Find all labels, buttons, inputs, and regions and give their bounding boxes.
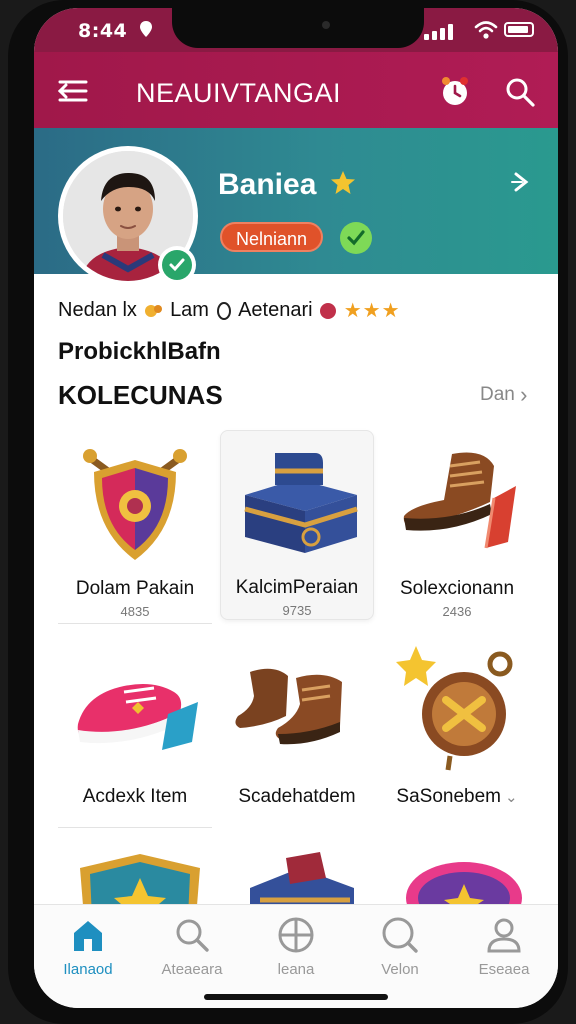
circle-icon <box>216 301 231 320</box>
collection-item[interactable]: Acdexk Item <box>58 636 212 828</box>
star-icon <box>331 171 355 194</box>
collection-item[interactable]: Dolam Pakain 4835 <box>58 432 212 624</box>
nav-profile[interactable]: Eseaea <box>452 915 556 985</box>
collection-item[interactable]: KalcimPeraian 9735 <box>220 430 374 620</box>
item-name: Scadehatdem <box>238 786 356 807</box>
check-icon <box>340 222 372 254</box>
item-name: Solexcionann <box>399 578 515 599</box>
sparkle-icon <box>144 304 162 317</box>
item-name: Dolam Pakain <box>75 578 195 599</box>
crosshair-icon <box>278 917 314 953</box>
shield-emblem-icon <box>83 449 187 560</box>
wifi-icon <box>474 21 498 39</box>
item-name: Acdexk Item <box>82 786 188 807</box>
nav-explore[interactable]: leana <box>244 915 348 985</box>
notch <box>172 8 424 48</box>
status-time: 8:44 <box>78 20 128 42</box>
boot-icon <box>403 452 516 549</box>
home-indicator[interactable] <box>204 994 388 1000</box>
item-count: 9735 <box>282 603 312 618</box>
nav-label: Eseaea <box>478 961 530 978</box>
profile-tag: Nelniann <box>220 222 324 252</box>
user-icon <box>487 918 521 953</box>
boots-pair-icon <box>235 668 342 745</box>
verified-badge <box>158 246 196 284</box>
chevron-right-icon: › <box>520 382 528 407</box>
item-count: 4835 <box>120 604 150 619</box>
treasure-chest-icon <box>244 453 358 553</box>
compass-medal-icon <box>396 646 513 771</box>
bottom-nav: Ilanaod Ateaeara leana Velon Eseaea <box>34 904 558 1008</box>
rating-stars: ★★★ <box>343 300 401 322</box>
nav-label: leana <box>277 961 315 978</box>
app-title: NEAUIVTANGAI <box>136 78 342 108</box>
see-all-link[interactable]: Dan › <box>480 382 527 408</box>
battery-icon <box>504 22 534 37</box>
search-icon <box>176 919 209 952</box>
status-bar: 8:44 <box>34 8 558 52</box>
chevron-down-icon: ⌄ <box>505 789 518 806</box>
section-subtitle: ProbickhlBafn <box>58 338 221 365</box>
stats-text-c: Aetenari <box>238 299 313 321</box>
phone-frame: 8:44 NEAUIVTANGAI Baniea Nelniann Nedan … <box>8 0 568 1024</box>
search-icon <box>382 917 418 953</box>
signal-icon <box>424 24 453 40</box>
nav-home[interactable]: Ilanaod <box>36 915 140 985</box>
item-count: 2436 <box>442 604 472 619</box>
nav-discover[interactable]: Velon <box>348 915 452 985</box>
stats-text-a: Nedan lx <box>58 299 137 321</box>
screen: 8:44 NEAUIVTANGAI Baniea Nelniann Nedan … <box>34 8 558 1008</box>
chevron-right-icon[interactable] <box>510 168 534 196</box>
location-icon <box>140 21 152 37</box>
search-icon[interactable] <box>504 76 536 108</box>
profile-header: Baniea Nelniann <box>34 128 558 286</box>
nav-search[interactable]: Ateaeara <box>140 915 244 985</box>
alarm-icon[interactable] <box>438 74 472 108</box>
collection-item[interactable]: Scadehatdem <box>220 636 374 826</box>
item-name: SaSonebem ⌄ <box>380 786 534 808</box>
sneaker-icon <box>77 684 198 750</box>
home-icon <box>74 921 102 951</box>
see-all-label: Dan <box>480 384 515 405</box>
nav-label: Ateaeara <box>161 961 223 978</box>
nav-label: Ilanaod <box>63 961 113 978</box>
stats-text-b: Lam <box>170 299 209 321</box>
menu-icon[interactable] <box>56 78 90 104</box>
app-bar: NEAUIVTANGAI <box>34 52 558 128</box>
profile-name: Baniea <box>218 168 317 201</box>
check-icon <box>169 258 185 272</box>
item-name: KalcimPeraian <box>235 577 359 598</box>
stats-line: Nedan lx Lam Aetenari ★★★ <box>58 298 401 323</box>
nav-label: Velon <box>381 961 419 978</box>
item-name-label: SaSonebem <box>396 786 501 807</box>
section-title: KOLECUNAS <box>58 380 223 410</box>
collection-item[interactable]: Solexcionann 2436 <box>380 432 534 622</box>
collection-item[interactable]: SaSonebem ⌄ <box>380 636 534 826</box>
gem-icon <box>320 302 337 319</box>
